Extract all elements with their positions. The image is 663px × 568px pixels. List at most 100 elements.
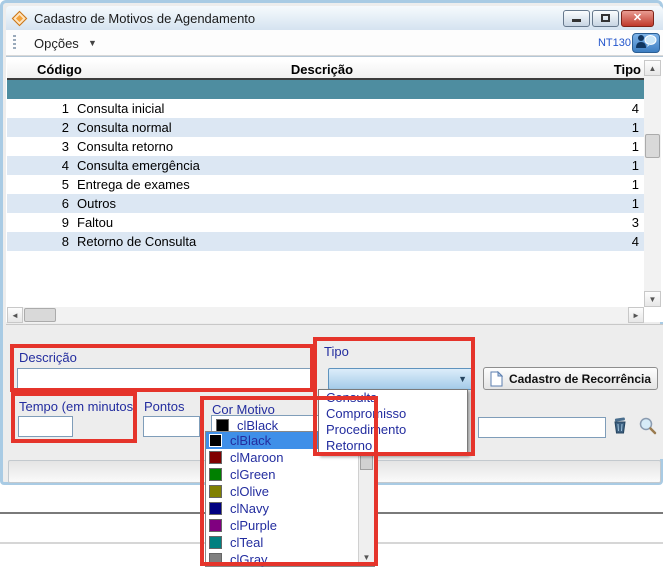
- pontos-input[interactable]: [143, 416, 200, 437]
- reasons-grid: Código Descrição Tipo 1 Consulta inicial…: [6, 56, 663, 322]
- color-swatch: [209, 485, 222, 498]
- color-swatch: [209, 519, 222, 532]
- column-header-descricao[interactable]: Descrição: [222, 62, 422, 77]
- cor-option-label: clNavy: [230, 501, 269, 516]
- table-row[interactable]: 3 Consulta retorno 1: [7, 137, 644, 156]
- cell-tipo: 1: [539, 139, 639, 154]
- table-row[interactable]: 1 Consulta inicial 4: [7, 99, 644, 118]
- scroll-right-icon[interactable]: ►: [628, 307, 644, 323]
- close-icon: ✕: [633, 12, 642, 24]
- minimize-icon: [572, 19, 581, 22]
- cor-option-label: clBlack: [230, 433, 271, 448]
- cell-codigo: 8: [11, 234, 69, 249]
- horizontal-scrollbar[interactable]: ◄ ►: [7, 307, 644, 323]
- cell-tipo: 1: [539, 177, 639, 192]
- color-swatch: [209, 434, 222, 447]
- search-icon[interactable]: [638, 416, 658, 436]
- cor-option-label: clPurple: [230, 518, 277, 533]
- cell-descricao: Retorno de Consulta: [77, 234, 196, 249]
- close-button[interactable]: ✕: [621, 10, 654, 27]
- column-header-tipo[interactable]: Tipo: [541, 62, 641, 77]
- cell-codigo: 4: [11, 158, 69, 173]
- table-row-selected-empty[interactable]: [7, 80, 644, 99]
- descricao-label: Descrição: [19, 350, 77, 365]
- cell-descricao: Consulta inicial: [77, 101, 164, 116]
- cor-option-label: clOlive: [230, 484, 269, 499]
- cor-option[interactable]: clNavy: [206, 500, 374, 517]
- tipo-dropdown-arrow-icon[interactable]: ▼: [458, 374, 467, 384]
- cor-option[interactable]: clGray: [206, 551, 374, 568]
- tipo-combobox[interactable]: ▼: [328, 368, 474, 390]
- cor-list-scrollbar[interactable]: ▼: [358, 446, 374, 566]
- vertical-scroll-thumb[interactable]: [645, 134, 660, 158]
- tipo-label: Tipo: [324, 344, 349, 359]
- maximize-icon: [601, 14, 610, 22]
- cell-descricao: Outros: [77, 196, 116, 211]
- table-row[interactable]: 8 Retorno de Consulta 4: [7, 232, 644, 251]
- table-row[interactable]: 4 Consulta emergência 1: [7, 156, 644, 175]
- color-swatch: [209, 451, 222, 464]
- cor-option[interactable]: clPurple: [206, 517, 374, 534]
- window-title: Cadastro de Motivos de Agendamento: [34, 11, 255, 26]
- cell-tipo: 1: [539, 158, 639, 173]
- people-chat-icon: [635, 34, 657, 49]
- cor-option[interactable]: clTeal: [206, 534, 374, 551]
- cell-codigo: 1: [11, 101, 69, 116]
- options-menu-button[interactable]: Opções: [28, 34, 85, 53]
- vertical-scrollbar[interactable]: ▲ ▼: [644, 60, 661, 307]
- cadastro-recorrencia-button[interactable]: Cadastro de Recorrência: [483, 367, 658, 390]
- document-icon: [490, 371, 503, 387]
- color-swatch: [209, 553, 222, 566]
- nt-code-label: NT130: [576, 37, 631, 49]
- tipo-option[interactable]: Retorno: [319, 438, 467, 454]
- maximize-button[interactable]: [592, 10, 619, 27]
- tipo-option[interactable]: Procedimento: [319, 422, 467, 438]
- color-swatch: [216, 419, 229, 432]
- app-diamond-icon: [12, 10, 28, 26]
- tipo-option[interactable]: Compromisso: [319, 406, 467, 422]
- tipo-option[interactable]: Consulta: [319, 390, 467, 406]
- toolbar-grip-icon: [13, 35, 16, 51]
- table-row[interactable]: 2 Consulta normal 1: [7, 118, 644, 137]
- chat-support-button[interactable]: [632, 33, 660, 53]
- cadastro-recorrencia-label: Cadastro de Recorrência: [509, 372, 651, 386]
- cell-descricao: Faltou: [77, 215, 113, 230]
- scroll-down-icon[interactable]: ▼: [644, 291, 661, 307]
- horizontal-scroll-thumb[interactable]: [24, 308, 56, 322]
- cell-tipo: 1: [539, 120, 639, 135]
- tempo-input[interactable]: [18, 416, 73, 437]
- cell-codigo: 9: [11, 215, 69, 230]
- cell-codigo: 3: [11, 139, 69, 154]
- tipo-dropdown-list: Consulta Compromisso Procedimento Retorn…: [318, 389, 468, 455]
- cell-codigo: 6: [11, 196, 69, 211]
- table-row[interactable]: 9 Faltou 3: [7, 213, 644, 232]
- trash-icon[interactable]: [610, 416, 630, 436]
- cor-option-label: clGray: [230, 552, 268, 567]
- cell-descricao: Entrega de exames: [77, 177, 190, 192]
- cell-descricao: Consulta normal: [77, 120, 172, 135]
- table-row[interactable]: 6 Outros 1: [7, 194, 644, 213]
- color-swatch: [209, 536, 222, 549]
- tempo-label: Tempo (em minutos): [19, 399, 137, 414]
- cell-tipo: 1: [539, 196, 639, 211]
- cell-descricao: Consulta emergência: [77, 158, 200, 173]
- grid-header-row: Código Descrição Tipo: [7, 60, 644, 80]
- cor-option-label: clMaroon: [230, 450, 283, 465]
- cell-descricao: Consulta retorno: [77, 139, 173, 154]
- minimize-button[interactable]: [563, 10, 590, 27]
- cell-codigo: 5: [11, 177, 69, 192]
- cor-scroll-down-icon[interactable]: ▼: [359, 551, 374, 566]
- scroll-up-icon[interactable]: ▲: [644, 60, 661, 76]
- toolbar: Opções ▼ NT130: [6, 30, 663, 56]
- table-row[interactable]: 5 Entrega de exames 1: [7, 175, 644, 194]
- cell-tipo: 3: [539, 215, 639, 230]
- cor-option[interactable]: clOlive: [206, 483, 374, 500]
- color-swatch: [209, 468, 222, 481]
- cor-option[interactable]: clGreen: [206, 466, 374, 483]
- column-header-codigo[interactable]: Código: [37, 62, 82, 77]
- options-dropdown-arrow-icon[interactable]: ▼: [88, 38, 97, 48]
- descricao-input[interactable]: [17, 368, 314, 391]
- scroll-left-icon[interactable]: ◄: [7, 307, 23, 323]
- search-input[interactable]: [478, 417, 606, 438]
- color-swatch: [209, 502, 222, 515]
